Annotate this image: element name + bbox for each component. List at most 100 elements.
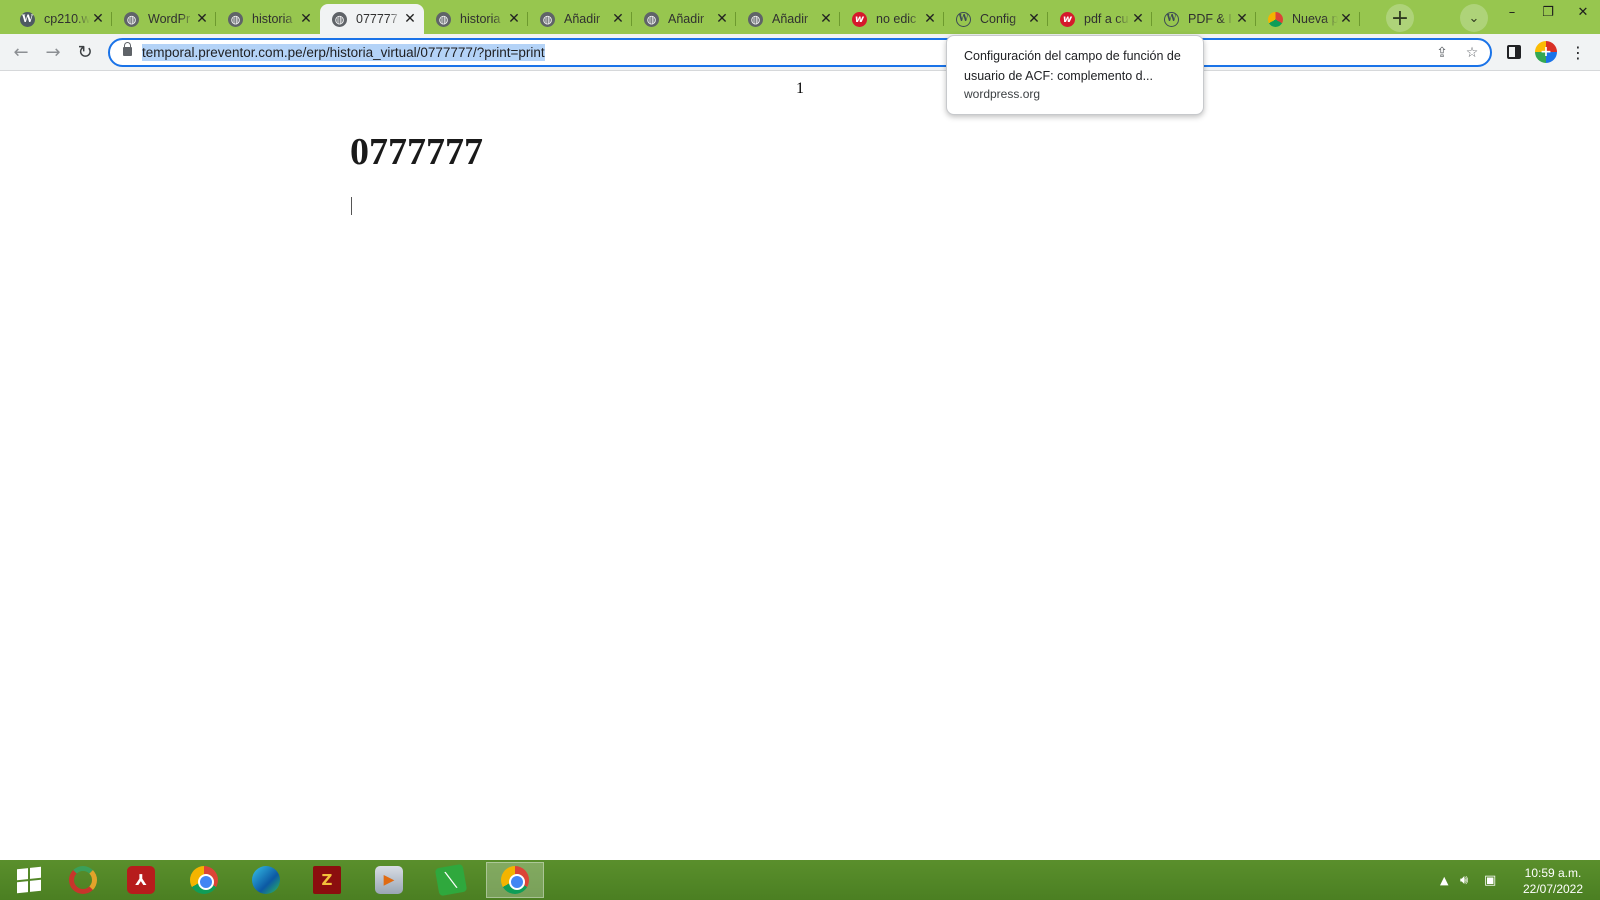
- globe-icon: ◍: [644, 11, 659, 27]
- tab-6[interactable]: ◍ Añadir ✕: [632, 4, 736, 34]
- chrome-icon: [1268, 11, 1283, 27]
- side-panel-button[interactable]: [1502, 40, 1526, 64]
- system-clock[interactable]: 10:59 a.m. 22/07/2022: [1518, 865, 1588, 897]
- chrome-active-icon: [501, 866, 529, 894]
- taskbar-filezilla[interactable]: Z: [298, 862, 356, 898]
- close-icon[interactable]: ✕: [194, 11, 210, 27]
- close-window-button[interactable]: ✕: [1566, 0, 1600, 24]
- globe-icon: ◍: [748, 11, 763, 27]
- close-icon[interactable]: ✕: [1130, 11, 1146, 27]
- clock-time: 10:59 a.m.: [1524, 866, 1582, 880]
- restore-button[interactable]: ❐: [1530, 0, 1566, 24]
- browser-toolbar: ← → ↻ temporal.preventor.com.pe/erp/hist…: [0, 34, 1600, 71]
- tab-title: Nueva p: [1292, 12, 1338, 26]
- chrome-icon: [190, 866, 218, 894]
- address-bar[interactable]: temporal.preventor.com.pe/erp/historia_v…: [108, 38, 1492, 67]
- tab-2[interactable]: ◍ historia ✕: [216, 4, 320, 34]
- globe-icon: ◍: [228, 11, 243, 27]
- back-button[interactable]: ←: [8, 39, 34, 65]
- globe-icon: ◍: [332, 11, 347, 27]
- network-icon[interactable]: ▣: [1484, 860, 1496, 900]
- windows-start-icon: [17, 866, 41, 894]
- tab-1[interactable]: ◍ WordPr ✕: [112, 4, 216, 34]
- media-player-icon: ▶: [375, 866, 403, 894]
- close-icon[interactable]: ✕: [1026, 11, 1042, 27]
- new-tab-button[interactable]: +: [1386, 4, 1414, 32]
- tab-title: Añadir: [772, 12, 809, 26]
- tab-hover-card: Configuración del campo de función de us…: [946, 35, 1204, 115]
- text-caret: [351, 197, 352, 215]
- taskbar-chrome[interactable]: [175, 862, 233, 898]
- taskbar-edge[interactable]: [237, 862, 295, 898]
- taskbar-media-player[interactable]: ▶: [360, 862, 418, 898]
- tab-search-button[interactable]: ⌄: [1460, 4, 1488, 32]
- notes-icon: ╲: [434, 863, 468, 897]
- tab-12[interactable]: Nueva p ✕: [1256, 4, 1360, 34]
- taskbar-acrobat[interactable]: ⅄: [112, 862, 170, 898]
- app-ring-icon: [69, 866, 97, 894]
- tab-title: WordPr: [148, 12, 191, 26]
- close-icon[interactable]: ✕: [90, 11, 106, 27]
- tab-title: cp210.w: [44, 12, 90, 26]
- wordpress-icon: W: [956, 11, 971, 27]
- share-icon[interactable]: ⇪: [1432, 43, 1452, 63]
- tab-strip: W cp210.w ✕ ◍ WordPr ✕ ◍ historia ✕ ◍ 07…: [0, 0, 1600, 34]
- url-text[interactable]: temporal.preventor.com.pe/erp/historia_v…: [142, 44, 545, 61]
- tab-title: historia: [252, 12, 293, 26]
- tab-title: 077777: [356, 12, 398, 26]
- volume-icon[interactable]: 🔊︎: [1460, 860, 1468, 900]
- tab-4[interactable]: ◍ historia ✕: [424, 4, 528, 34]
- globe-icon: ◍: [540, 11, 555, 27]
- close-icon[interactable]: ✕: [610, 11, 626, 27]
- side-panel-icon: [1507, 45, 1521, 59]
- profile-avatar-icon: [1535, 41, 1557, 63]
- bookmark-star-icon[interactable]: ☆: [1462, 43, 1482, 63]
- reload-button[interactable]: ↻: [72, 39, 98, 65]
- taskbar-app-ring[interactable]: [54, 862, 112, 898]
- close-icon[interactable]: ✕: [298, 11, 314, 27]
- globe-icon: ◍: [436, 11, 451, 27]
- close-icon[interactable]: ✕: [402, 11, 418, 27]
- red-w-icon: w: [852, 11, 867, 27]
- page-title: 0777777: [350, 131, 483, 173]
- tray-overflow-icon[interactable]: ▲: [1440, 860, 1448, 900]
- close-icon[interactable]: ✕: [1234, 11, 1250, 27]
- tab-title: Añadir: [668, 12, 705, 26]
- wp-icon: W: [20, 11, 35, 27]
- edge-icon: [252, 866, 280, 894]
- tab-10[interactable]: w pdf a cu ✕: [1048, 4, 1152, 34]
- menu-kebab-icon[interactable]: ⋮: [1566, 40, 1590, 64]
- forward-button[interactable]: →: [40, 39, 66, 65]
- taskbar-notes[interactable]: ╲: [422, 862, 480, 898]
- tab-5[interactable]: ◍ Añadir ✕: [528, 4, 632, 34]
- tab-title: Añadir: [564, 12, 601, 26]
- tab-11[interactable]: W PDF & I ✕: [1152, 4, 1256, 34]
- taskbar: ⅄ Z ▶ ╲ ▲ 🔊︎ ▣ 10:59 a.m. 22/07/2022: [0, 860, 1600, 900]
- tab-0[interactable]: W cp210.w ✕: [8, 4, 112, 34]
- tab-title: Config: [980, 12, 1017, 26]
- close-icon[interactable]: ✕: [1338, 11, 1354, 27]
- tab-title: PDF & I: [1188, 12, 1232, 26]
- filezilla-icon: Z: [313, 866, 341, 894]
- close-icon[interactable]: ✕: [922, 11, 938, 27]
- windows-start-button[interactable]: [0, 862, 58, 898]
- minimize-button[interactable]: –: [1494, 0, 1530, 24]
- tab-title: no edic: [876, 12, 917, 26]
- red-w-icon: w: [1060, 11, 1075, 27]
- close-icon[interactable]: ✕: [818, 11, 834, 27]
- lock-icon[interactable]: [123, 42, 132, 56]
- tab-7[interactable]: ◍ Añadir ✕: [736, 4, 840, 34]
- clock-date: 22/07/2022: [1522, 882, 1584, 896]
- tab-3-active[interactable]: ◍ 077777 ✕: [320, 4, 424, 34]
- hover-card-domain: wordpress.org: [964, 87, 1041, 101]
- tab-title: pdf a cu: [1084, 12, 1129, 26]
- tab-8[interactable]: w no edic ✕: [840, 4, 944, 34]
- close-icon[interactable]: ✕: [714, 11, 730, 27]
- globe-icon: ◍: [124, 11, 139, 27]
- profile-button[interactable]: [1534, 40, 1558, 64]
- close-icon[interactable]: ✕: [506, 11, 522, 27]
- taskbar-chrome-active[interactable]: [486, 862, 544, 898]
- tab-9[interactable]: W Config ✕: [944, 4, 1048, 34]
- acrobat-icon: ⅄: [127, 866, 155, 894]
- page-number: 1: [796, 80, 804, 97]
